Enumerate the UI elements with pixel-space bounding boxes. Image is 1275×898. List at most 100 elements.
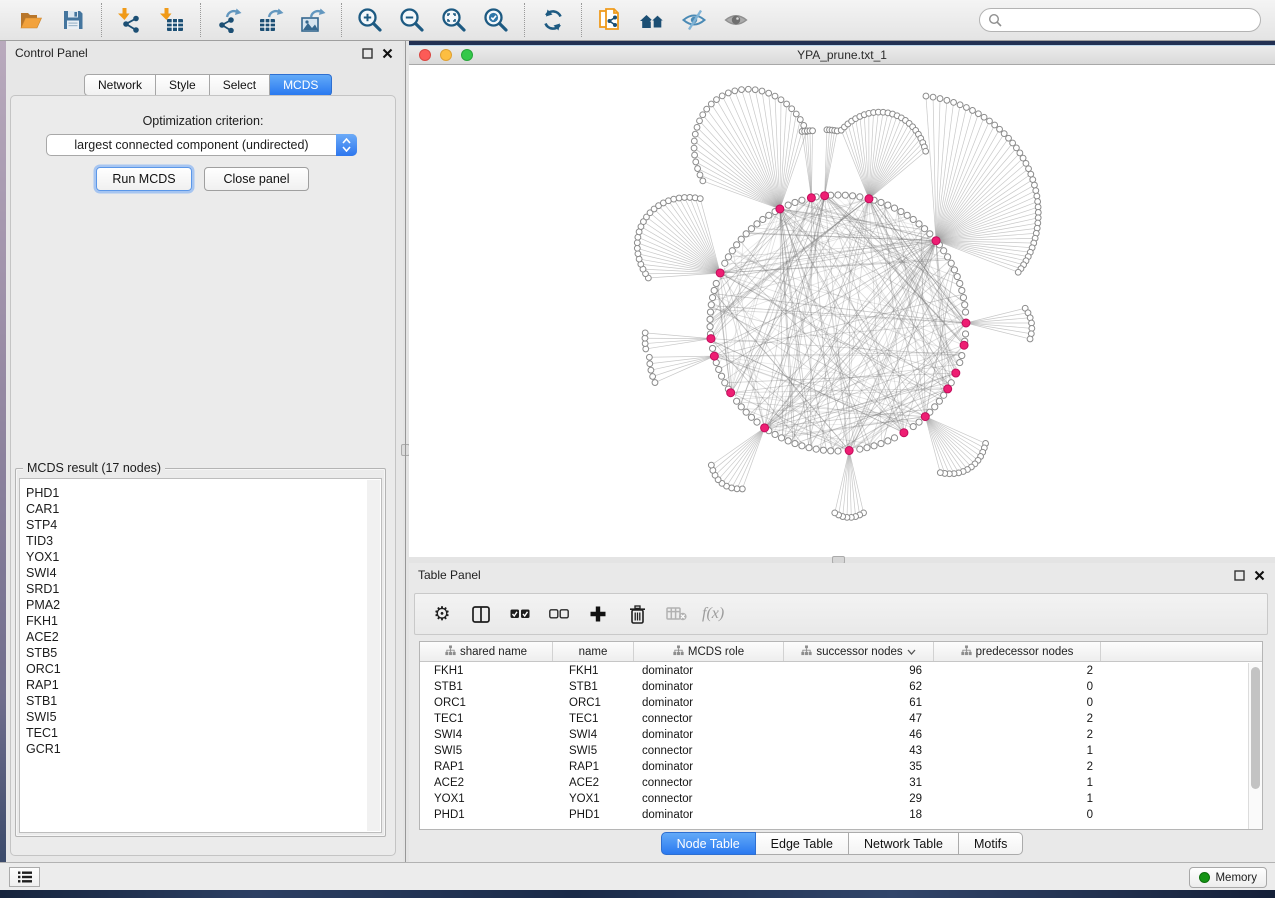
table-row[interactable]: ACE2ACE2connector311 — [420, 775, 1248, 791]
ring-node[interactable] — [936, 398, 942, 404]
leaf-node[interactable] — [635, 251, 641, 257]
leaf-node[interactable] — [734, 486, 740, 492]
leaf-node[interactable] — [671, 196, 677, 202]
ring-node[interactable] — [910, 216, 916, 222]
leaf-node[interactable] — [636, 256, 642, 262]
leaf-node[interactable] — [1033, 188, 1039, 194]
ring-node[interactable] — [960, 294, 966, 300]
ring-node[interactable] — [738, 236, 744, 242]
ring-node[interactable] — [957, 359, 963, 365]
ring-node[interactable] — [722, 260, 728, 266]
tab-node-table[interactable]: Node Table — [661, 832, 756, 855]
mcds-hub-node[interactable] — [707, 335, 715, 343]
leaf-node[interactable] — [708, 462, 714, 468]
hide-selected-icon[interactable] — [679, 5, 709, 35]
ring-node[interactable] — [962, 302, 968, 308]
ring-node[interactable] — [748, 414, 754, 420]
zoom-selected-icon[interactable] — [481, 5, 511, 35]
ring-node[interactable] — [948, 260, 954, 266]
new-network-from-selection-icon[interactable] — [595, 5, 625, 35]
leaf-node[interactable] — [676, 195, 682, 201]
ring-node[interactable] — [959, 352, 965, 358]
leaf-node[interactable] — [697, 118, 703, 124]
leaf-node[interactable] — [719, 93, 725, 99]
mcds-hub-node[interactable] — [845, 447, 853, 455]
leaf-node[interactable] — [752, 87, 758, 93]
ring-node[interactable] — [799, 443, 805, 449]
leaf-node[interactable] — [957, 102, 963, 108]
export-table-icon[interactable] — [256, 5, 286, 35]
table-row[interactable]: PHD1PHD1dominator180 — [420, 807, 1248, 823]
ring-node[interactable] — [778, 435, 784, 441]
leaf-node[interactable] — [650, 374, 656, 380]
ring-node[interactable] — [941, 248, 947, 254]
ring-node[interactable] — [708, 302, 714, 308]
ring-node[interactable] — [754, 221, 760, 227]
mcds-hub-node[interactable] — [932, 237, 940, 245]
memory-button[interactable]: Memory — [1189, 867, 1267, 888]
ring-node[interactable] — [945, 254, 951, 260]
ring-node[interactable] — [962, 309, 968, 315]
leaf-node[interactable] — [981, 114, 987, 120]
mcds-hub-node[interactable] — [710, 352, 718, 360]
table-row[interactable]: STB1STB1dominator620 — [420, 679, 1248, 695]
leaf-node[interactable] — [745, 86, 751, 92]
leaf-node[interactable] — [937, 470, 943, 476]
leaf-node[interactable] — [1030, 177, 1036, 183]
table-row[interactable]: ORC1ORC1dominator610 — [420, 695, 1248, 711]
leaf-node[interactable] — [975, 111, 981, 117]
close-panel-icon[interactable] — [381, 47, 393, 59]
run-mcds-button[interactable]: Run MCDS — [96, 167, 192, 191]
ring-node[interactable] — [722, 380, 728, 386]
ring-node[interactable] — [820, 447, 826, 453]
table-row[interactable]: YOX1YOX1connector291 — [420, 791, 1248, 807]
show-panels-list-button[interactable] — [9, 867, 40, 887]
ring-node[interactable] — [842, 192, 848, 198]
ring-node[interactable] — [772, 431, 778, 437]
ring-node[interactable] — [754, 419, 760, 425]
mcds-result-item[interactable]: SWI5 — [26, 709, 381, 725]
select-all-columns-icon[interactable] — [507, 601, 533, 627]
tab-motifs[interactable]: Motifs — [959, 832, 1023, 855]
ring-node[interactable] — [951, 267, 957, 273]
ring-node[interactable] — [806, 445, 812, 451]
leaf-node[interactable] — [691, 145, 697, 151]
leaf-node[interactable] — [784, 101, 790, 107]
ring-node[interactable] — [734, 242, 740, 248]
zoom-in-icon[interactable] — [355, 5, 385, 35]
ring-node[interactable] — [959, 287, 965, 293]
mcds-result-item[interactable]: STP4 — [26, 517, 381, 533]
ring-node[interactable] — [743, 409, 749, 415]
leaf-node[interactable] — [646, 354, 652, 360]
ring-node[interactable] — [738, 404, 744, 410]
ring-node[interactable] — [916, 221, 922, 227]
ring-node[interactable] — [729, 248, 735, 254]
ring-node[interactable] — [707, 324, 713, 330]
mcds-hub-node[interactable] — [952, 369, 960, 377]
criterion-dropdown[interactable]: largest connected component (undirected) — [46, 134, 357, 156]
mcds-hub-node[interactable] — [727, 389, 735, 397]
leaf-node[interactable] — [963, 105, 969, 111]
show-all-icon[interactable] — [721, 5, 751, 35]
ring-node[interactable] — [921, 226, 927, 232]
leaf-node[interactable] — [801, 123, 807, 129]
column-header-predecessor-nodes[interactable]: predecessor nodes — [934, 642, 1101, 661]
zoom-out-icon[interactable] — [397, 5, 427, 35]
leaf-node[interactable] — [793, 111, 799, 117]
open-file-icon[interactable] — [16, 5, 46, 35]
column-header-shared-name[interactable]: shared name — [420, 642, 553, 661]
leaf-node[interactable] — [772, 93, 778, 99]
column-header-name[interactable]: name — [553, 642, 634, 661]
mcds-result-item[interactable]: SWI4 — [26, 565, 381, 581]
leaf-node[interactable] — [634, 245, 640, 251]
ring-node[interactable] — [932, 404, 938, 410]
leaf-node[interactable] — [997, 126, 1003, 132]
import-network-icon[interactable] — [115, 5, 145, 35]
leaf-node[interactable] — [647, 361, 653, 367]
ring-node[interactable] — [857, 446, 863, 452]
column-header-successor-nodes[interactable]: successor nodes — [784, 642, 934, 661]
table-row[interactable]: RAP1RAP1dominator352 — [420, 759, 1248, 775]
ring-node[interactable] — [748, 226, 754, 232]
table-settings-gear-icon[interactable]: ⚙ — [429, 601, 455, 627]
leaf-node[interactable] — [1034, 193, 1040, 199]
